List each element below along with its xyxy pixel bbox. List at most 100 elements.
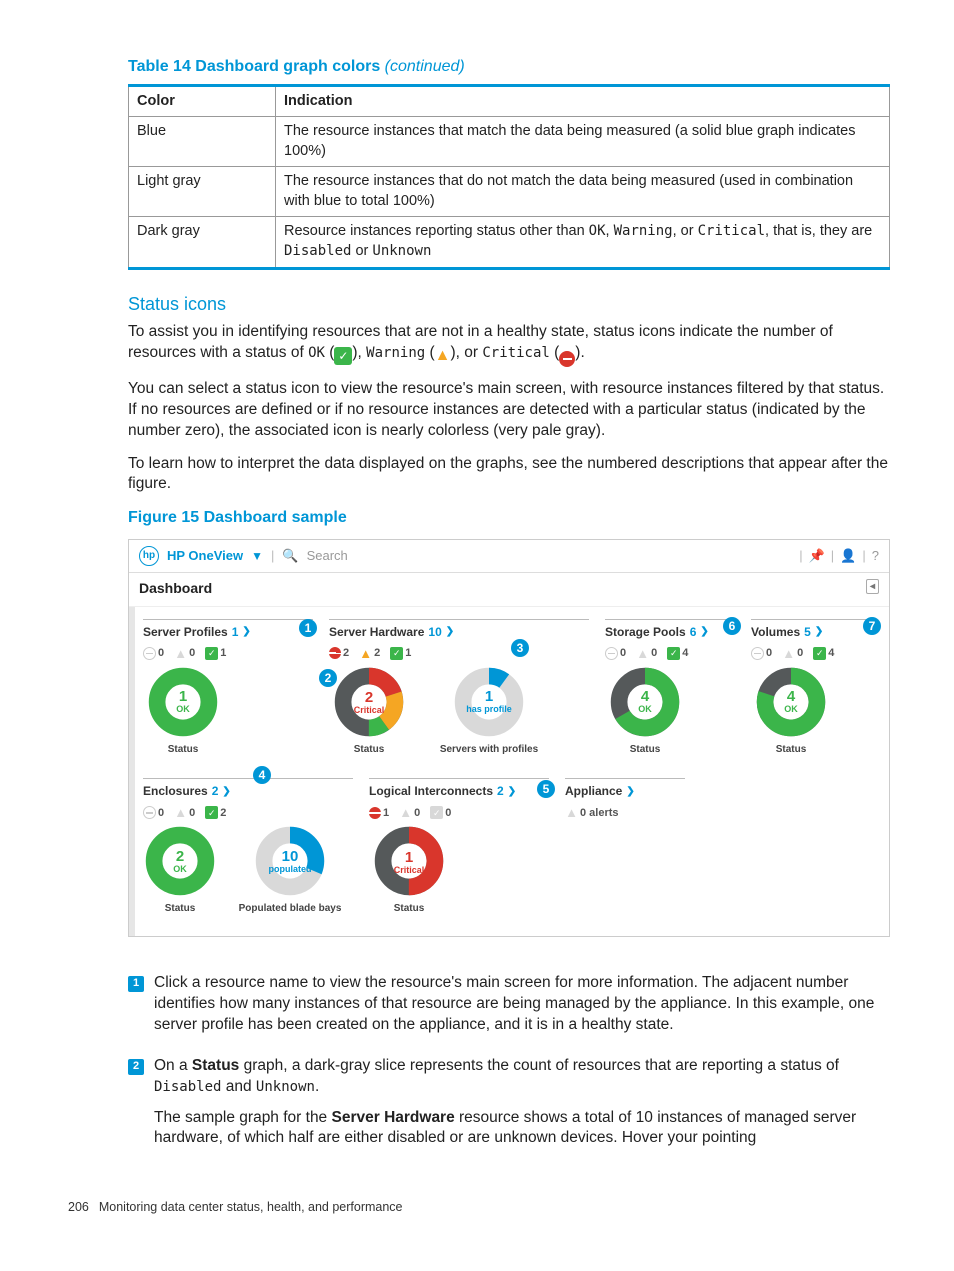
ok-icon [813, 647, 826, 660]
unknown-icon [751, 647, 764, 660]
ok-icon [390, 647, 403, 660]
populated-donut: 10populated [253, 824, 327, 898]
card-logical-interconnects: 5 Logical Interconnects 2 ❯ 1 ▲0 0 [369, 778, 549, 916]
donut-caption: Status [165, 902, 196, 916]
hp-logo-icon: hp [139, 546, 159, 566]
help-icon[interactable]: ? [872, 547, 879, 565]
status-counts[interactable]: 0 ▲0 2 [143, 806, 353, 821]
cell-ind: Resource instances reporting status othe… [276, 217, 890, 268]
warning-icon: ▲ [435, 348, 451, 364]
ok-icon [205, 647, 218, 660]
ok-icon: ✓ [334, 347, 352, 365]
search-icon[interactable]: 🔍 [282, 547, 298, 565]
status-icons-heading: Status icons [128, 292, 890, 316]
donut-caption: Status [776, 743, 807, 757]
critical-icon [559, 351, 575, 367]
status-donut: 1OK [146, 665, 220, 739]
card-title[interactable]: Server Profiles 1 ❯ [143, 624, 313, 640]
chevron-right-icon[interactable]: ❯ [242, 625, 250, 639]
search-placeholder[interactable]: Search [307, 547, 348, 565]
status-counts[interactable]: 0 ▲0 4 [605, 646, 735, 661]
critical-icon [329, 647, 341, 659]
figure-notes: 1 Click a resource name to view the reso… [128, 973, 890, 1159]
status-donut: 2OK [143, 824, 217, 898]
figure-caption: Figure 15 Dashboard sample [128, 507, 890, 529]
status-donut: 4OK [754, 665, 828, 739]
alerts-line[interactable]: ▲0 alerts [565, 806, 685, 821]
card-appliance: Appliance ❯ ▲0 alerts [565, 778, 685, 916]
status-donut: 1Critical [372, 824, 446, 898]
cell-ind: The resource instances that do not match… [276, 167, 890, 217]
warning-icon: ▲ [174, 647, 187, 660]
note-2-text-b: The sample graph for the Server Hardware… [154, 1108, 890, 1150]
card-title[interactable]: Volumes 5 ❯ [751, 624, 871, 640]
warning-icon: ▲ [174, 806, 187, 819]
callout-2: 2 [319, 669, 337, 687]
table-caption: Table 14 Dashboard graph colors (continu… [128, 56, 890, 78]
chevron-right-icon[interactable]: ❯ [446, 625, 454, 639]
status-paragraph-3: To learn how to interpret the data displ… [128, 454, 890, 496]
warning-icon: ▲ [359, 647, 372, 660]
cell-color: Blue [129, 117, 276, 167]
dashboard-subheader: Dashboard ◂ [129, 573, 889, 607]
status-paragraph-2: You can select a status icon to view the… [128, 379, 890, 442]
profile-donut: 1has profile [452, 665, 526, 739]
card-storage-pools: 6 Storage Pools 6 ❯ 0 ▲0 4 [605, 619, 735, 757]
warning-icon: ▲ [636, 647, 649, 660]
color-table: Color Indication Blue The resource insta… [128, 84, 890, 270]
card-enclosures: 4 Enclosures 2 ❯ 0 ▲0 2 [143, 778, 353, 916]
cell-ind: The resource instances that match the da… [276, 117, 890, 167]
card-title[interactable]: Enclosures 2 ❯ [143, 783, 353, 799]
unknown-icon [605, 647, 618, 660]
unknown-icon [143, 806, 156, 819]
card-title[interactable]: Logical Interconnects 2 ❯ [369, 783, 549, 799]
user-icon[interactable]: 👤 [840, 547, 856, 565]
chevron-right-icon[interactable]: ❯ [700, 625, 708, 639]
chevron-down-icon[interactable]: ▼ [251, 548, 263, 564]
unknown-icon [143, 647, 156, 660]
donut-caption: Status [394, 902, 425, 916]
callout-3: 3 [511, 639, 529, 657]
cell-color: Dark gray [129, 217, 276, 268]
warning-icon: ▲ [399, 806, 412, 819]
chevron-right-icon[interactable]: ❯ [222, 785, 230, 799]
pin-icon[interactable]: 📌 [809, 547, 825, 565]
status-donut: 4OK [608, 665, 682, 739]
chevron-right-icon[interactable]: ❯ [815, 625, 823, 639]
callout-1: 1 [299, 619, 317, 637]
card-title[interactable]: Storage Pools 6 ❯ [605, 624, 735, 640]
ok-icon [667, 647, 680, 660]
card-volumes: 7 Volumes 5 ❯ 0 ▲0 4 [751, 619, 871, 757]
collapse-panel-icon[interactable]: ◂ [866, 579, 879, 595]
donut-caption: Status [630, 743, 661, 757]
card-server-hardware: 2 3 Server Hardware 10 ❯ 2 ▲2 1 [329, 619, 589, 757]
chevron-right-icon[interactable]: ❯ [626, 785, 634, 799]
card-server-profiles: 1 Server Profiles 1 ❯ 0 ▲0 1 [143, 619, 313, 757]
callout-4: 4 [253, 766, 271, 784]
note-2-text-a: On a Status graph, a dark-gray slice rep… [154, 1056, 890, 1098]
critical-icon [369, 807, 381, 819]
status-counts[interactable]: 0 ▲0 1 [143, 646, 313, 661]
status-paragraph-1: To assist you in identifying resources t… [128, 322, 890, 367]
status-counts[interactable]: 0 ▲0 4 [751, 646, 871, 661]
donut-caption: Status [168, 743, 199, 757]
card-title[interactable]: Server Hardware 10 ❯ [329, 624, 589, 640]
donut-caption: Status [354, 743, 385, 757]
callout-5: 5 [537, 780, 555, 798]
status-donut: 2Critical [332, 665, 406, 739]
card-title[interactable]: Appliance ❯ [565, 783, 685, 799]
app-topbar: hp HP OneView ▼ | 🔍 Search | 📌 | 👤 | ? [129, 540, 889, 573]
note-number-2: 2 [128, 1059, 144, 1075]
brand-label: HP OneView [167, 547, 243, 565]
donut-caption: Servers with profiles [440, 743, 538, 757]
th-indication: Indication [276, 85, 890, 117]
note-1-text: Click a resource name to view the resour… [154, 973, 890, 1036]
status-counts[interactable]: 2 ▲2 1 [329, 646, 589, 661]
ok-icon [205, 806, 218, 819]
dashboard-figure: hp HP OneView ▼ | 🔍 Search | 📌 | 👤 | ? D… [128, 539, 890, 937]
chevron-right-icon[interactable]: ❯ [508, 785, 516, 799]
note-number-1: 1 [128, 976, 144, 992]
warning-icon: ▲ [782, 647, 795, 660]
warning-icon: ▲ [565, 806, 578, 819]
status-counts[interactable]: 1 ▲0 0 [369, 806, 549, 821]
